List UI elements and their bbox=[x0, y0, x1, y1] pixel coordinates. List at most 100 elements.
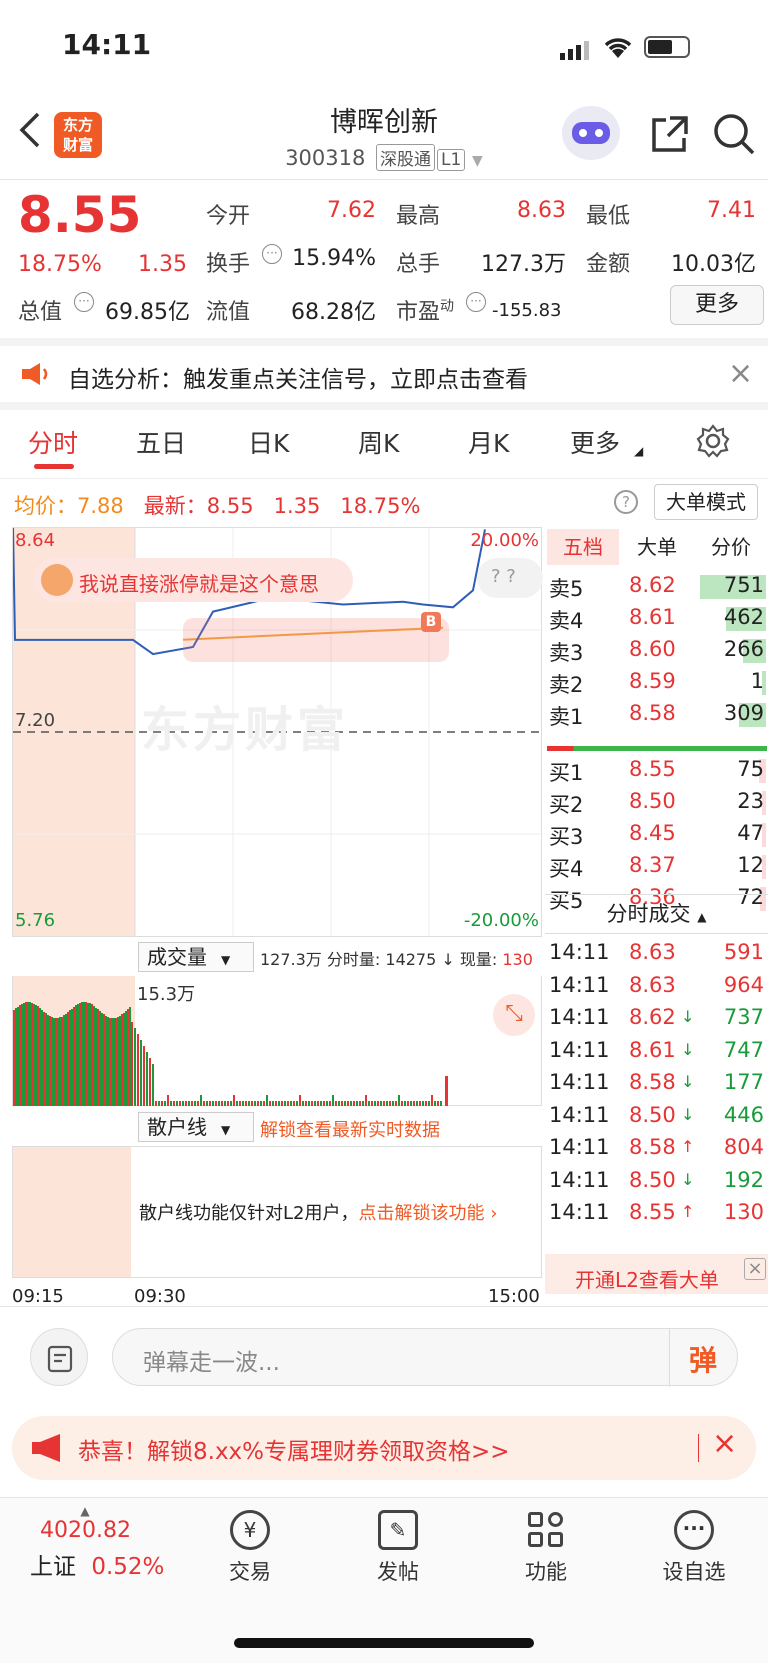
trade-row: 14:11 8.50 ↓ 192 bbox=[545, 1166, 768, 1198]
b-marker[interactable]: B bbox=[421, 612, 441, 632]
nav-post[interactable]: ✎ 发帖 bbox=[348, 1510, 448, 1586]
bid-row[interactable]: 买4 8.37 12 bbox=[545, 851, 768, 883]
float-label: 流值 bbox=[206, 300, 251, 325]
alert-text[interactable]: 自选分析：触发重点关注信号，立即点击查看 bbox=[68, 360, 528, 394]
pct-bot-label: -20.00% bbox=[463, 910, 539, 931]
retail-unlock-link[interactable]: 解锁查看最新实时数据 bbox=[260, 1116, 440, 1142]
wifi-icon bbox=[603, 36, 633, 64]
tab-weekly-k[interactable]: 周K bbox=[358, 424, 399, 460]
trade-row: 14:11 8.62 ↓ 737 bbox=[545, 1003, 768, 1035]
ob-price: 8.58 bbox=[629, 701, 676, 725]
ask-row[interactable]: 卖4 8.61 462 bbox=[545, 603, 768, 635]
current-price: 8.55 bbox=[18, 186, 142, 244]
help-bubble[interactable]: ? ? bbox=[477, 558, 543, 598]
close-icon[interactable]: × bbox=[728, 356, 753, 391]
robot-avatar-icon[interactable] bbox=[562, 106, 620, 160]
ob-price: 8.61 bbox=[629, 605, 676, 629]
trade-time: 14:11 bbox=[549, 972, 610, 997]
ob-price: 8.55 bbox=[629, 757, 676, 781]
ob-tab-big[interactable]: 大单 bbox=[621, 529, 693, 565]
tip-bubble[interactable]: 我说直接涨停就是这个意思 bbox=[33, 558, 353, 602]
trade-time: 14:11 bbox=[549, 1200, 610, 1224]
trade-row: 14:11 8.58 ↑ 804 bbox=[545, 1133, 768, 1165]
info-icon[interactable]: ··· bbox=[466, 292, 486, 312]
ob-price: 8.50 bbox=[629, 789, 676, 813]
pct-top-label: 20.00% bbox=[470, 530, 539, 551]
time-end: 15:00 bbox=[488, 1286, 540, 1307]
big-order-mode-button[interactable]: 大单模式 bbox=[654, 484, 758, 520]
trade-arrow: ↓ bbox=[681, 1169, 695, 1189]
help-icon[interactable]: ? bbox=[614, 490, 638, 514]
close-icon[interactable]: × bbox=[744, 1258, 766, 1280]
danmu-icon[interactable]: 弹 bbox=[689, 1339, 717, 1379]
danmu-input[interactable]: 弹幕走一波... 弹 bbox=[112, 1328, 738, 1387]
grid-icon bbox=[526, 1510, 566, 1550]
tab-more[interactable]: 更多 bbox=[570, 424, 620, 460]
bid-row[interactable]: 买3 8.45 47 bbox=[545, 819, 768, 851]
nav-trade[interactable]: ¥ 交易 bbox=[200, 1510, 300, 1586]
status-time: 14:11 bbox=[62, 28, 152, 61]
index-widget[interactable]: ▲ 4020.82 上证 0.52% bbox=[30, 1504, 170, 1581]
trade-price: 8.61 bbox=[629, 1037, 676, 1062]
trade-time: 14:11 bbox=[549, 1167, 610, 1192]
nav-add-watchlist[interactable]: ··· 设自选 bbox=[644, 1510, 744, 1586]
ask-row[interactable]: 卖3 8.60 266 bbox=[545, 635, 768, 667]
tag-level: L1 bbox=[437, 149, 466, 171]
trades-header[interactable]: 分时成交 ▲ bbox=[545, 894, 768, 934]
promo-banner[interactable]: 恭喜！解锁8.xx%专属理财券领取资格>> × bbox=[12, 1416, 756, 1480]
ob-tab-price[interactable]: 分价 bbox=[695, 529, 767, 565]
nav-functions[interactable]: 功能 bbox=[496, 1510, 596, 1586]
y-mid-label: 7.20 bbox=[15, 710, 56, 731]
share-icon[interactable] bbox=[648, 114, 688, 158]
ob-label: 卖2 bbox=[549, 673, 584, 697]
edit-icon: ✎ bbox=[378, 1510, 418, 1550]
retail-link[interactable]: 点击解锁该功能 bbox=[358, 1203, 484, 1224]
stock-code: 300318 bbox=[285, 146, 366, 170]
gear-icon[interactable] bbox=[696, 424, 730, 462]
tab-daily-k[interactable]: 日K bbox=[248, 424, 289, 460]
trade-time: 14:11 bbox=[549, 1135, 610, 1159]
trade-row: 14:11 8.61 ↓ 747 bbox=[545, 1036, 768, 1068]
trade-volume: 192 bbox=[723, 1167, 764, 1192]
index-value: 4020.82 bbox=[40, 1518, 131, 1543]
tabs-divider bbox=[0, 478, 768, 479]
more-dots-icon: ··· bbox=[674, 1510, 714, 1550]
ask-row[interactable]: 卖5 8.62 751 bbox=[545, 571, 768, 603]
tab-intraday[interactable]: 分时 bbox=[28, 424, 78, 460]
bid-row[interactable]: 买2 8.50 23 bbox=[545, 787, 768, 819]
retail-selector[interactable]: 散户线 ▼ bbox=[138, 1112, 254, 1142]
ob-label: 买1 bbox=[549, 761, 584, 785]
promo-text[interactable]: 恭喜！解锁8.xx%专属理财券领取资格>> bbox=[78, 1432, 510, 1466]
trade-time: 14:11 bbox=[549, 1070, 610, 1094]
limit-up-band bbox=[183, 618, 449, 662]
trade-price: 8.55 bbox=[629, 1200, 676, 1224]
ob-tab-five[interactable]: 五档 bbox=[547, 529, 619, 565]
ask-row[interactable]: 卖1 8.58 309 bbox=[545, 699, 768, 731]
trade-volume: 130 bbox=[723, 1200, 764, 1224]
tag-hk-connect: 深股通 bbox=[376, 144, 436, 171]
info-icon[interactable]: ··· bbox=[262, 244, 282, 264]
y-top-label: 8.64 bbox=[15, 530, 56, 551]
search-icon[interactable] bbox=[712, 112, 756, 160]
bid-row[interactable]: 买1 8.55 75 bbox=[545, 755, 768, 787]
notes-icon[interactable] bbox=[30, 1328, 88, 1386]
volume-chart[interactable]: 15.3万 ⤡ bbox=[12, 976, 542, 1106]
trade-volume: 177 bbox=[723, 1070, 764, 1094]
expand-icon[interactable]: ⤡ bbox=[493, 994, 535, 1036]
retail-panel[interactable]: 散户线功能仅针对L2用户，点击解锁该功能 › bbox=[12, 1146, 542, 1278]
close-icon[interactable]: × bbox=[712, 1426, 737, 1461]
tab-monthly-k[interactable]: 月K bbox=[468, 424, 509, 460]
trade-volume: 964 bbox=[723, 972, 764, 997]
tab-5day[interactable]: 五日 bbox=[136, 424, 186, 460]
intraday-chart[interactable]: 东方财富 我说直接涨停就是这个意思 ? ? B 8.64 7.20 5.76 2… bbox=[12, 527, 543, 937]
volume-max-label: 15.3万 bbox=[137, 984, 196, 1005]
l2-link[interactable]: 开通L2查看大单 bbox=[545, 1254, 768, 1294]
info-icon[interactable]: ··· bbox=[74, 292, 94, 312]
low-value: 7.41 bbox=[707, 198, 756, 223]
more-button[interactable]: 更多 bbox=[670, 285, 764, 325]
ob-volume: 47 bbox=[737, 821, 764, 845]
turnover-label: 换手 bbox=[206, 252, 251, 277]
ask-row[interactable]: 卖2 8.59 1 bbox=[545, 667, 768, 699]
volume-selector[interactable]: 成交量 ▼ bbox=[138, 942, 254, 972]
ob-label: 卖4 bbox=[549, 609, 584, 633]
